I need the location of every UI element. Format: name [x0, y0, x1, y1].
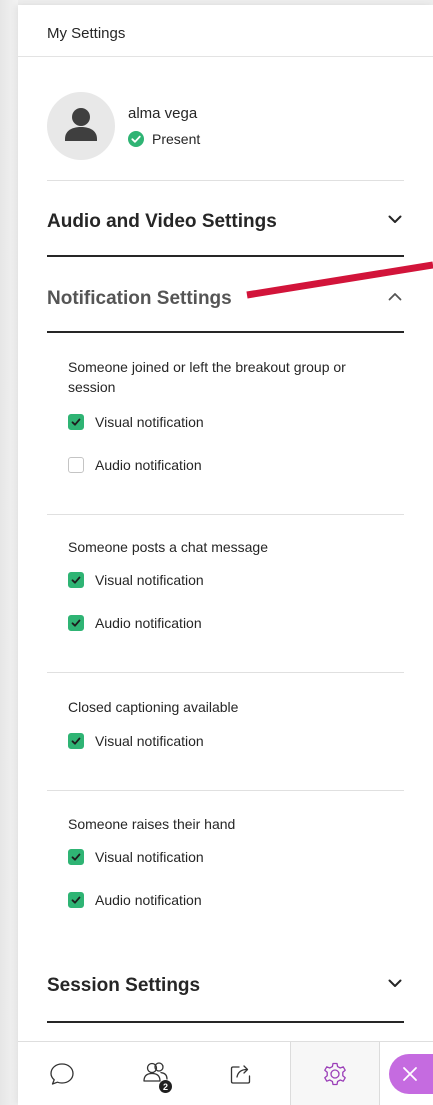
attendee-count-badge: 2	[159, 1080, 172, 1093]
visual-notification-checkbox[interactable]: Visual notification	[68, 570, 204, 590]
checkmark-icon	[71, 619, 81, 627]
chat-tab[interactable]	[35, 1042, 89, 1105]
section-title: Session Settings	[47, 975, 201, 996]
audio-notification-checkbox[interactable]: Audio notification	[68, 613, 202, 633]
user-silhouette-icon	[65, 108, 97, 141]
section-divider	[47, 1021, 404, 1023]
close-icon	[403, 1067, 417, 1081]
session-settings-header[interactable]: Session Settings	[47, 967, 404, 1003]
divider	[47, 790, 404, 791]
checkmark-icon	[71, 418, 81, 426]
bottom-tab-bar: 2	[18, 1041, 433, 1105]
visual-notification-checkbox[interactable]: Visual notification	[68, 847, 204, 867]
attendees-tab[interactable]: 2	[129, 1042, 183, 1105]
chevron-up-icon	[388, 293, 402, 301]
notification-group-label: Someone joined or left the breakout grou…	[68, 359, 346, 395]
notification-group-label: Someone posts a chat message	[68, 539, 269, 555]
checkmark-icon	[71, 853, 81, 861]
chevron-down-icon	[388, 979, 402, 987]
chevron-down-icon	[388, 215, 402, 223]
background-edge	[0, 0, 18, 1105]
divider	[47, 514, 404, 515]
presence-status: Present	[128, 130, 200, 148]
chat-icon	[50, 1062, 74, 1085]
checkbox-checked[interactable]	[68, 849, 84, 865]
checkbox-checked[interactable]	[68, 414, 84, 430]
checkbox-label: Visual notification	[95, 733, 204, 749]
checkbox-label: Visual notification	[95, 849, 204, 865]
audio-video-settings-header[interactable]: Audio and Video Settings	[47, 203, 404, 239]
avatar	[47, 92, 115, 160]
divider	[47, 180, 404, 181]
checkbox-unchecked[interactable]	[68, 457, 84, 473]
checkbox-checked[interactable]	[68, 572, 84, 588]
notification-group-label: Closed captioning available	[68, 699, 239, 715]
checkmark-icon	[71, 896, 81, 904]
checkbox-label: Visual notification	[95, 572, 204, 588]
visual-notification-checkbox[interactable]: Visual notification	[68, 412, 204, 432]
checkbox-label: Audio notification	[95, 892, 202, 908]
notification-settings-header[interactable]: Notification Settings	[47, 280, 404, 316]
checkbox-label: Visual notification	[95, 414, 204, 430]
my-settings-tab[interactable]	[290, 1042, 380, 1105]
share-content-icon	[230, 1064, 251, 1084]
check-circle-icon	[128, 131, 144, 147]
section-title: Notification Settings	[47, 288, 232, 309]
share-content-tab[interactable]	[214, 1042, 268, 1105]
divider	[47, 672, 404, 673]
gear-icon	[324, 1062, 346, 1085]
presence-label: Present	[152, 131, 201, 147]
section-divider	[47, 331, 404, 333]
user-name: alma vega	[128, 105, 198, 122]
checkmark-icon	[71, 737, 81, 745]
checkbox-checked[interactable]	[68, 733, 84, 749]
checkbox-label: Audio notification	[95, 457, 202, 473]
notification-group-label: Someone raises their hand	[68, 816, 236, 832]
close-panel-button[interactable]	[389, 1054, 433, 1094]
panel-title: My Settings	[47, 25, 126, 42]
section-divider	[47, 255, 404, 257]
checkbox-checked[interactable]	[68, 892, 84, 908]
section-title: Audio and Video Settings	[47, 211, 277, 232]
my-settings-panel: My Settings alma vega Present Audio and …	[18, 5, 433, 1105]
audio-notification-checkbox[interactable]: Audio notification	[68, 890, 202, 910]
panel-header: My Settings	[18, 5, 433, 57]
checkmark-icon	[71, 576, 81, 584]
checkbox-label: Audio notification	[95, 615, 202, 631]
visual-notification-checkbox[interactable]: Visual notification	[68, 731, 204, 751]
checkbox-checked[interactable]	[68, 615, 84, 631]
audio-notification-checkbox[interactable]: Audio notification	[68, 455, 202, 475]
